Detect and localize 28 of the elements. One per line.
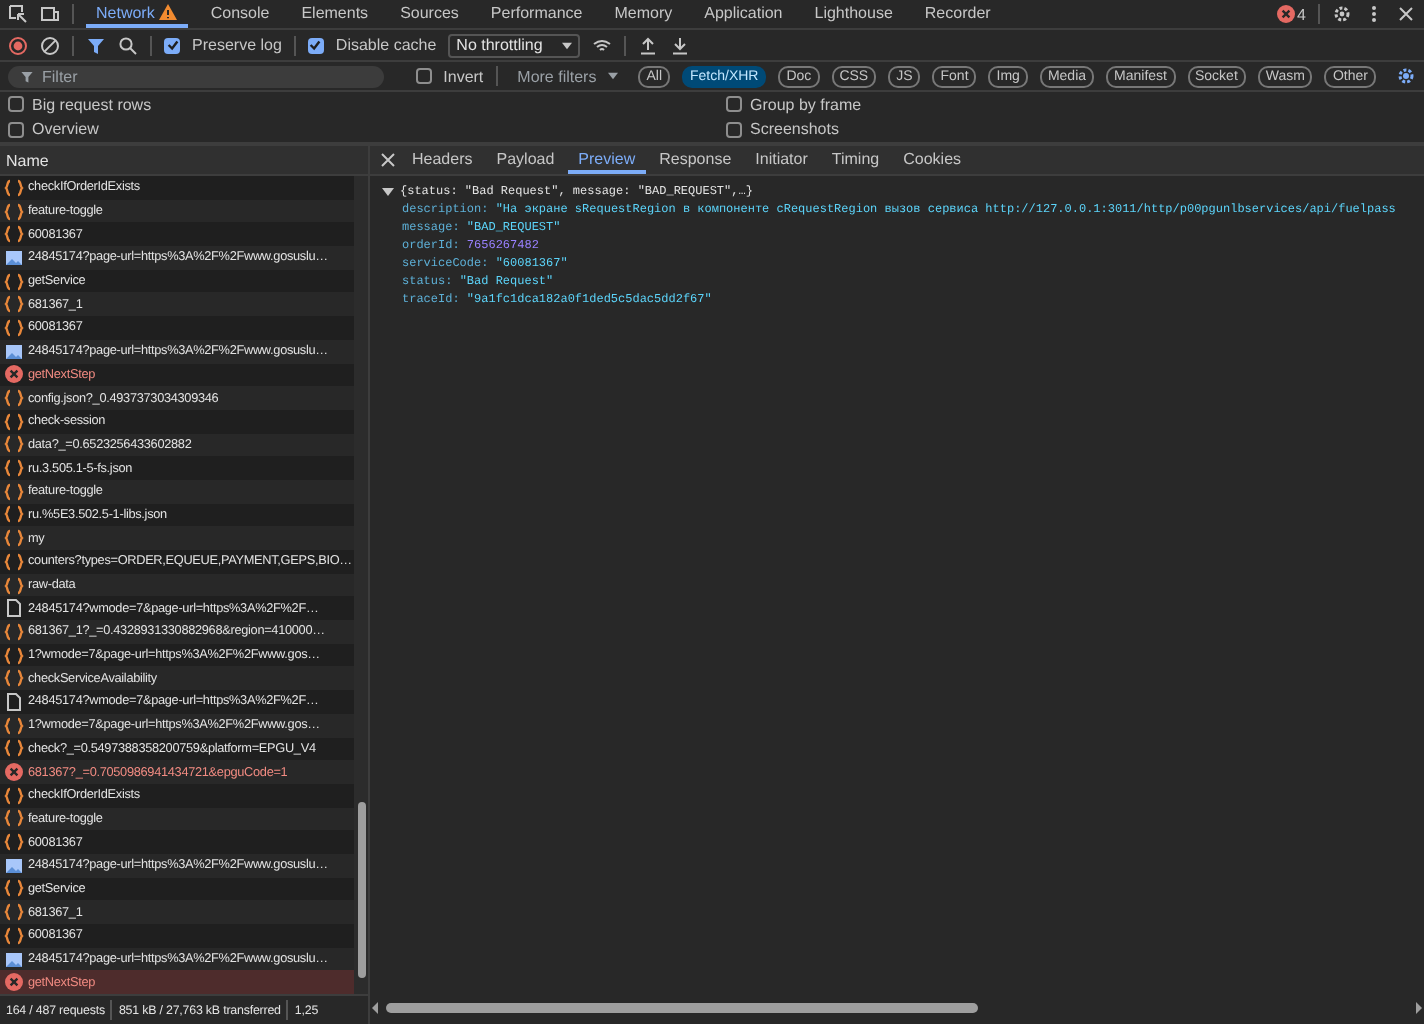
panel-tab[interactable]: Application xyxy=(694,0,793,28)
panel-tab[interactable]: Lighthouse xyxy=(804,0,903,28)
panel-tab[interactable]: Network xyxy=(86,0,189,28)
more-filters-dropdown[interactable]: More filters xyxy=(517,67,597,85)
checkbox-label: Preserve log xyxy=(192,36,282,54)
checkbox-label: Invert xyxy=(443,67,484,85)
detail-tab[interactable]: Preview xyxy=(568,146,646,174)
detail-tab[interactable]: Initiator xyxy=(745,146,818,174)
detail-tab[interactable]: Cookies xyxy=(893,146,972,174)
throttling-dropdown[interactable]: No throttling xyxy=(448,33,581,57)
checkbox-label: Big request rows xyxy=(32,95,152,114)
detail-tab[interactable]: Timing xyxy=(821,146,890,174)
detail-tab[interactable]: Headers xyxy=(402,146,483,174)
checkbox-label: Screenshots xyxy=(750,120,839,139)
panel-tab[interactable]: Elements xyxy=(291,0,379,28)
panel-tab[interactable]: Sources xyxy=(390,0,469,28)
panel-tab[interactable]: Performance xyxy=(480,0,593,28)
filter-field[interactable]: Filter xyxy=(8,65,384,87)
checkbox-label: Overview xyxy=(32,120,99,139)
panel-tab[interactable]: Memory xyxy=(604,0,683,28)
detail-tab[interactable]: Response xyxy=(649,146,742,174)
error-count[interactable]: 4 xyxy=(1297,5,1306,23)
panel-tab[interactable]: Console xyxy=(200,0,280,28)
checkbox-label: Group by frame xyxy=(750,95,862,114)
checkbox-label: Disable cache xyxy=(335,36,437,54)
detail-tab[interactable]: Payload xyxy=(486,146,565,174)
column-header[interactable]: Name xyxy=(0,146,368,176)
panel-tab[interactable]: Recorder xyxy=(914,0,1001,28)
